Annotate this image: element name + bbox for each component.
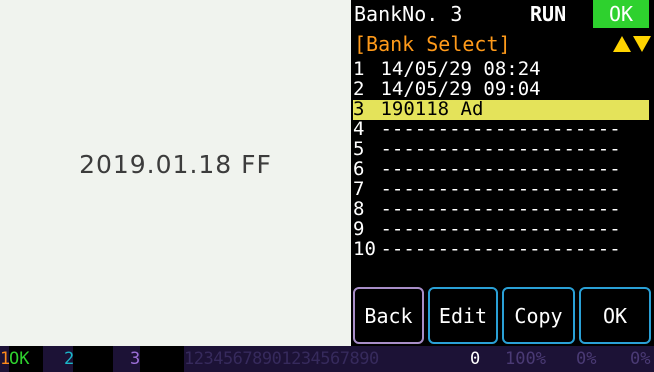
bank-list-item-number: 5 — [353, 138, 365, 160]
copy-button[interactable]: Copy — [502, 287, 575, 344]
bank-list-item-value: --------------------- — [380, 138, 621, 160]
status-bar: 1 OK 2 3 12345678901234567890 0 100% 0% … — [0, 346, 654, 372]
status-percent-2: 0% — [576, 349, 597, 369]
preview-pane: 2019.01.18 FF — [0, 0, 351, 346]
bank-list-item-value: 14/05/29 09:04 — [380, 78, 541, 100]
bank-list-item[interactable]: 6 --------------------- — [353, 160, 649, 179]
back-button[interactable]: Back — [353, 287, 424, 344]
bank-list-item[interactable]: 4 --------------------- — [353, 120, 649, 139]
button-bar: Back Edit Copy OK — [351, 286, 654, 346]
status-slot-1-value: OK — [9, 346, 43, 372]
bank-list-item[interactable]: 2 14/05/29 09:04 — [353, 80, 649, 99]
bank-list-item-value: --------------------- — [380, 178, 621, 200]
status-percent-1: 100% — [505, 349, 546, 369]
bank-list-item-value: 14/05/29 08:24 — [380, 58, 541, 80]
bank-list-item-value: --------------------- — [380, 238, 621, 260]
edit-button[interactable]: Edit — [428, 287, 498, 344]
arrow-down-icon[interactable] — [633, 36, 651, 52]
bank-list-item[interactable]: 8 --------------------- — [353, 200, 649, 219]
scroll-arrows[interactable] — [613, 34, 653, 54]
bank-list-item[interactable]: 1 14/05/29 08:24 — [353, 60, 649, 79]
bank-list-item-value: 190118 Ad — [380, 98, 484, 120]
bank-list-item-value: --------------------- — [380, 198, 621, 220]
bank-list-item[interactable]: 10 --------------------- — [353, 240, 649, 259]
bank-list-item-number: 2 — [353, 78, 365, 100]
bank-list-item-number: 9 — [353, 218, 365, 240]
bank-list-item-value: --------------------- — [380, 118, 621, 140]
status-slot-3-value — [140, 346, 184, 372]
bank-list-item-number: 6 — [353, 158, 365, 180]
bank-list-item-number: 3 — [353, 98, 365, 120]
bank-number-label: BankNo. 3 — [354, 2, 463, 26]
status-percent-3: 0% — [630, 349, 651, 369]
bank-list-item-number: 4 — [353, 118, 365, 140]
arrow-up-icon[interactable] — [613, 36, 631, 52]
bank-panel: BankNo. 3 RUN OK [Bank Select] 1 14/05/2… — [351, 0, 654, 346]
panel-header: BankNo. 3 RUN OK — [351, 0, 654, 28]
status-count: 0 — [470, 349, 481, 369]
bank-list-item-number: 8 — [353, 198, 365, 220]
bank-list-item-value: --------------------- — [380, 158, 621, 180]
status-digit-track: 12345678901234567890 — [184, 349, 379, 369]
bank-list-item-number: 1 — [353, 58, 365, 80]
status-slot-3-number: 3 — [130, 349, 141, 369]
bank-list-item-selected[interactable]: 3 190118 Ad — [353, 100, 649, 120]
bank-list-item[interactable]: 7 --------------------- — [353, 180, 649, 199]
bank-list-item[interactable]: 5 --------------------- — [353, 140, 649, 159]
bank-select-title: [Bank Select] — [354, 32, 511, 56]
run-status-label: RUN — [530, 2, 567, 26]
preview-text: 2019.01.18 FF — [79, 149, 272, 179]
bank-list-item-value: --------------------- — [380, 218, 621, 240]
bank-list-item-number: 10 — [353, 238, 376, 260]
bank-list-item[interactable]: 9 --------------------- — [353, 220, 649, 239]
bank-list-item-number: 7 — [353, 178, 365, 200]
ok-status-badge: OK — [593, 0, 649, 28]
status-slot-2-value — [73, 346, 113, 372]
ok-button[interactable]: OK — [579, 287, 651, 344]
